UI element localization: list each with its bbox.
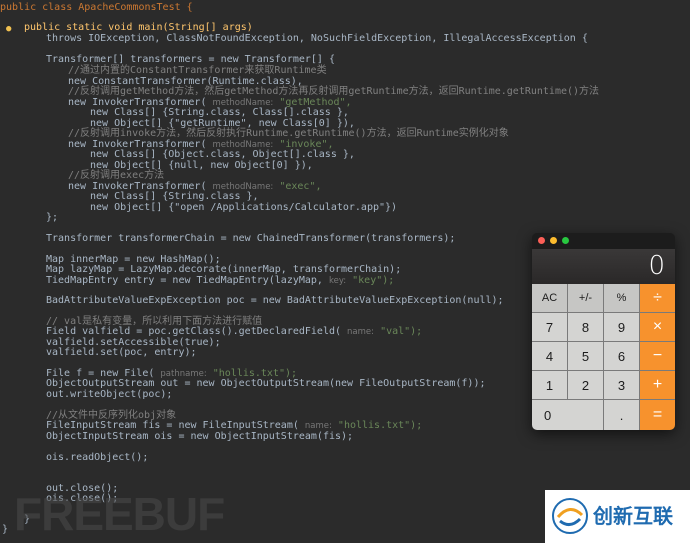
calculator-titlebar[interactable] (532, 233, 675, 249)
code-line: out.writeObject(poc); (46, 389, 172, 401)
code-comment: //反射调用invoke方法，然后反射执行Runtime.getRuntime(… (68, 128, 509, 139)
brand-name: 创新互联 (593, 504, 673, 528)
brand-watermark: 创新互联 (545, 490, 690, 543)
code-text: Transformer transformerChain = new Chain… (46, 233, 456, 244)
code-comment: //通过内置的ConstantTransformer来获取Runtime类 (68, 65, 327, 76)
code-text: ois.readObject(); (46, 452, 149, 463)
code-text: new Class[] {String.class }, (90, 191, 259, 202)
param-hint: key: (328, 276, 347, 286)
throws-clause: throws IOException, ClassNotFoundExcepti… (46, 33, 588, 44)
code-text: }; (46, 212, 59, 223)
class-decl: public class ApacheCommonsTest { (0, 2, 193, 13)
code-line: }; (46, 212, 58, 224)
digit-0-button[interactable]: 0 (532, 400, 604, 430)
equals-button[interactable]: = (640, 400, 675, 430)
code-text: new Class[] {String.class, Class[].class… (90, 107, 349, 118)
code-text: ObjectOutputStream out = new ObjectOutpu… (46, 378, 486, 389)
display-value: 0 (648, 251, 665, 281)
digit-5-button[interactable]: 5 (568, 342, 604, 371)
code-line: throws IOException, ClassNotFoundExcepti… (46, 33, 588, 45)
code-text: Map lazyMap = LazyMap.decorate(innerMap,… (46, 264, 402, 275)
decimal-button[interactable]: . (604, 400, 640, 430)
brand-logo-icon (552, 498, 588, 534)
code-text: FileInputStream fis = new FileInputStrea… (46, 420, 299, 431)
code-line: public class ApacheCommonsTest { (0, 2, 193, 14)
digit-9-button[interactable]: 9 (604, 313, 640, 342)
code-text: new Class[] {Object.class, Object[].clas… (90, 149, 355, 160)
code-text: } (2, 524, 9, 535)
lightbulb-icon[interactable]: ● (6, 24, 14, 34)
code-line: BadAttributeValueExpException poc = new … (46, 295, 504, 307)
calculator-window[interactable]: 0 AC +/- % ÷ 7 8 9 × 4 5 6 − 1 2 3 + 0 .… (532, 233, 675, 430)
code-text: new Object[] {"open /Applications/Calcul… (90, 202, 398, 213)
code-line: } (2, 524, 8, 536)
code-line: Transformer transformerChain = new Chain… (46, 233, 455, 245)
digit-8-button[interactable]: 8 (568, 313, 604, 342)
code-comment: //反射调用getMethod方法，然后getMethod方法再反射调用getR… (68, 86, 600, 97)
code-text: ObjectInputStream ois = new ObjectInputS… (46, 431, 354, 442)
digit-1-button[interactable]: 1 (532, 371, 568, 400)
code-line: ois.readObject(); (46, 452, 148, 464)
code-string: "exec", (279, 181, 322, 192)
param-hint: name: (347, 327, 375, 337)
freebuf-watermark: FREEBUF (14, 488, 225, 540)
code-string: "key"); (352, 275, 395, 286)
code-text: TiedMapEntry entry = new TiedMapEntry(la… (46, 275, 323, 286)
code-string: "val"); (380, 326, 423, 337)
subtract-button[interactable]: − (640, 342, 675, 371)
multiply-button[interactable]: × (640, 313, 675, 342)
add-button[interactable]: + (640, 371, 675, 400)
method-signature: public static void main(String[] args) (24, 22, 253, 33)
code-line: new Object[] {"open /Applications/Calcul… (90, 202, 397, 214)
code-text: out.writeObject(poc); (46, 389, 173, 400)
digit-2-button[interactable]: 2 (568, 371, 604, 400)
code-text: BadAttributeValueExpException poc = new … (46, 295, 504, 306)
minimize-icon[interactable] (550, 237, 557, 244)
param-hint: name: (304, 421, 332, 431)
code-comment: //反射调用exec方法 (68, 170, 165, 181)
divide-button[interactable]: ÷ (640, 284, 675, 313)
digit-7-button[interactable]: 7 (532, 313, 568, 342)
digit-4-button[interactable]: 4 (532, 342, 568, 371)
code-text: Field valfield = poc.getClass().getDecla… (46, 326, 342, 337)
code-string: "hollis.txt"); (337, 420, 423, 431)
code-text: valfield.set(poc, entry); (46, 347, 197, 358)
ac-button[interactable]: AC (532, 284, 568, 313)
code-text: Transformer[] transformers = new Transfo… (46, 54, 335, 65)
digit-3-button[interactable]: 3 (604, 371, 640, 400)
zoom-icon[interactable] (562, 237, 569, 244)
code-line: ObjectInputStream ois = new ObjectInputS… (46, 431, 353, 443)
close-icon[interactable] (538, 237, 545, 244)
percent-button[interactable]: % (604, 284, 640, 313)
digit-6-button[interactable]: 6 (604, 342, 640, 371)
calculator-display: 0 (532, 249, 675, 284)
code-line: TiedMapEntry entry = new TiedMapEntry(la… (46, 275, 394, 287)
sign-toggle-button[interactable]: +/- (568, 284, 604, 313)
code-line: valfield.set(poc, entry); (46, 347, 197, 359)
